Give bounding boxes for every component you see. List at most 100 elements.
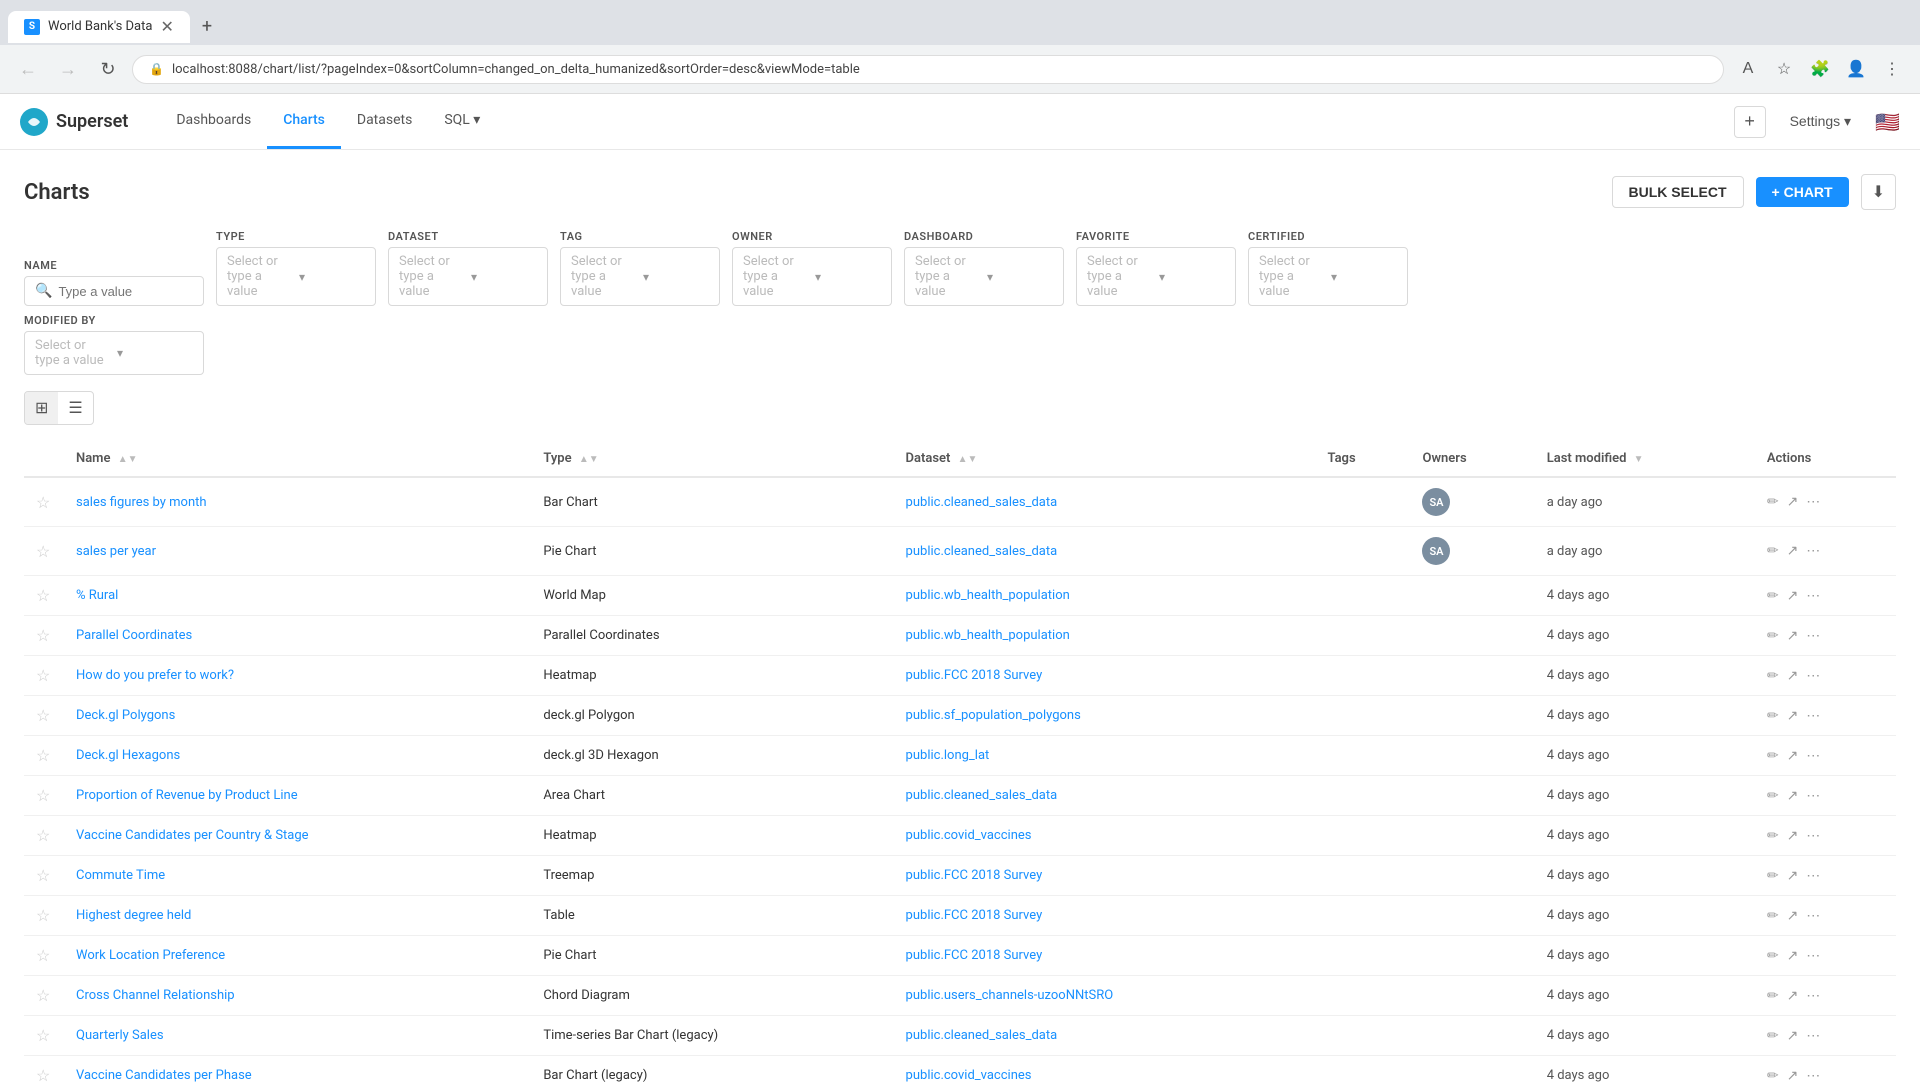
star-icon[interactable]: ☆ [36,1066,50,1084]
edit-icon[interactable]: ✏ [1767,668,1779,684]
more-icon[interactable]: ⋯ [1806,868,1820,884]
more-icon[interactable]: ⋯ [1806,1068,1820,1084]
nav-datasets[interactable]: Datasets [341,94,428,149]
chart-name-link[interactable]: Vaccine Candidates per Country & Stage [76,828,309,843]
star-icon[interactable]: ☆ [36,826,50,845]
chart-name-link[interactable]: Cross Channel Relationship [76,988,235,1003]
more-icon[interactable]: ⋯ [1806,1028,1820,1044]
menu-button[interactable]: ⋮ [1876,53,1908,85]
edit-icon[interactable]: ✏ [1767,494,1779,510]
nav-charts[interactable]: Charts [267,94,341,149]
share-icon[interactable]: ↗ [1787,868,1799,884]
col-header-name[interactable]: Name ▲▼ [64,441,531,477]
star-icon[interactable]: ☆ [36,706,50,725]
reload-button[interactable]: ↻ [92,53,124,85]
more-icon[interactable]: ⋯ [1806,988,1820,1004]
nav-plus-button[interactable]: + [1734,106,1766,138]
edit-icon[interactable]: ✏ [1767,588,1779,604]
dataset-link[interactable]: public.cleaned_sales_data [906,495,1058,510]
chart-name-link[interactable]: Proportion of Revenue by Product Line [76,788,298,803]
profile-button[interactable]: 👤 [1840,53,1872,85]
add-chart-button[interactable]: + CHART [1756,177,1849,207]
share-icon[interactable]: ↗ [1787,908,1799,924]
filter-modified-by-select[interactable]: Select or type a value ▾ [24,331,204,375]
share-icon[interactable]: ↗ [1787,708,1799,724]
share-icon[interactable]: ↗ [1787,1028,1799,1044]
chart-name-link[interactable]: How do you prefer to work? [76,668,234,683]
chart-name-link[interactable]: Deck.gl Hexagons [76,748,180,763]
star-icon[interactable]: ☆ [36,866,50,885]
star-icon[interactable]: ☆ [36,946,50,965]
filter-owner-select[interactable]: Select or type a value ▾ [732,247,892,306]
dataset-link[interactable]: public.FCC 2018 Survey [906,908,1043,923]
bookmark-button[interactable]: ☆ [1768,53,1800,85]
share-icon[interactable]: ↗ [1787,543,1799,559]
more-icon[interactable]: ⋯ [1806,543,1820,559]
download-button[interactable]: ⬇ [1861,174,1896,210]
more-icon[interactable]: ⋯ [1806,788,1820,804]
nav-dashboards[interactable]: Dashboards [160,94,267,149]
filter-dashboard-select[interactable]: Select or type a value ▾ [904,247,1064,306]
share-icon[interactable]: ↗ [1787,748,1799,764]
chart-name-link[interactable]: Quarterly Sales [76,1028,164,1043]
star-icon[interactable]: ☆ [36,666,50,685]
forward-button[interactable]: → [52,53,84,85]
tab-close-button[interactable]: ✕ [160,19,173,35]
more-icon[interactable]: ⋯ [1806,948,1820,964]
star-icon[interactable]: ☆ [36,786,50,805]
chart-name-link[interactable]: Commute Time [76,868,165,883]
dataset-link[interactable]: public.users_channels-uzooNNtSRO [906,988,1114,1003]
dataset-link[interactable]: public.long_lat [906,748,990,763]
more-icon[interactable]: ⋯ [1806,708,1820,724]
dataset-link[interactable]: public.wb_health_population [906,588,1070,603]
star-icon[interactable]: ☆ [36,542,50,561]
chart-name-link[interactable]: Highest degree held [76,908,191,923]
more-icon[interactable]: ⋯ [1806,494,1820,510]
more-icon[interactable]: ⋯ [1806,748,1820,764]
col-header-last-modified[interactable]: Last modified ▼ [1535,441,1755,477]
dataset-link[interactable]: public.wb_health_population [906,628,1070,643]
edit-icon[interactable]: ✏ [1767,988,1779,1004]
chart-name-link[interactable]: % Rural [76,588,118,603]
share-icon[interactable]: ↗ [1787,788,1799,804]
edit-icon[interactable]: ✏ [1767,908,1779,924]
col-header-dataset[interactable]: Dataset ▲▼ [894,441,1316,477]
new-tab-button[interactable]: + [194,8,220,45]
edit-icon[interactable]: ✏ [1767,868,1779,884]
more-icon[interactable]: ⋯ [1806,908,1820,924]
share-icon[interactable]: ↗ [1787,494,1799,510]
edit-icon[interactable]: ✏ [1767,828,1779,844]
edit-icon[interactable]: ✏ [1767,788,1779,804]
bulk-select-button[interactable]: BULK SELECT [1612,176,1744,208]
grid-view-button[interactable]: ⊞ [25,392,58,424]
dataset-link[interactable]: public.FCC 2018 Survey [906,668,1043,683]
star-icon[interactable]: ☆ [36,493,50,512]
chart-name-link[interactable]: Deck.gl Polygons [76,708,175,723]
edit-icon[interactable]: ✏ [1767,628,1779,644]
edit-icon[interactable]: ✏ [1767,1068,1779,1084]
nav-settings-button[interactable]: Settings ▾ [1778,107,1864,136]
more-icon[interactable]: ⋯ [1806,668,1820,684]
more-icon[interactable]: ⋯ [1806,828,1820,844]
star-icon[interactable]: ☆ [36,626,50,645]
chart-name-link[interactable]: Vaccine Candidates per Phase [76,1068,252,1083]
translate-button[interactable]: A [1732,53,1764,85]
star-icon[interactable]: ☆ [36,1026,50,1045]
list-view-button[interactable]: ☰ [58,392,92,424]
star-icon[interactable]: ☆ [36,586,50,605]
share-icon[interactable]: ↗ [1787,588,1799,604]
dataset-link[interactable]: public.cleaned_sales_data [906,1028,1058,1043]
dataset-link[interactable]: public.covid_vaccines [906,828,1032,843]
share-icon[interactable]: ↗ [1787,1068,1799,1084]
more-icon[interactable]: ⋯ [1806,588,1820,604]
dataset-link[interactable]: public.cleaned_sales_data [906,788,1058,803]
address-bar[interactable]: 🔒 localhost:8088/chart/list/?pageIndex=0… [132,55,1724,84]
edit-icon[interactable]: ✏ [1767,748,1779,764]
filter-tag-select[interactable]: Select or type a value ▾ [560,247,720,306]
filter-name-input[interactable] [58,284,193,299]
filter-type-select[interactable]: Select or type a value ▾ [216,247,376,306]
edit-icon[interactable]: ✏ [1767,948,1779,964]
back-button[interactable]: ← [12,53,44,85]
dataset-link[interactable]: public.covid_vaccines [906,1068,1032,1083]
star-icon[interactable]: ☆ [36,906,50,925]
